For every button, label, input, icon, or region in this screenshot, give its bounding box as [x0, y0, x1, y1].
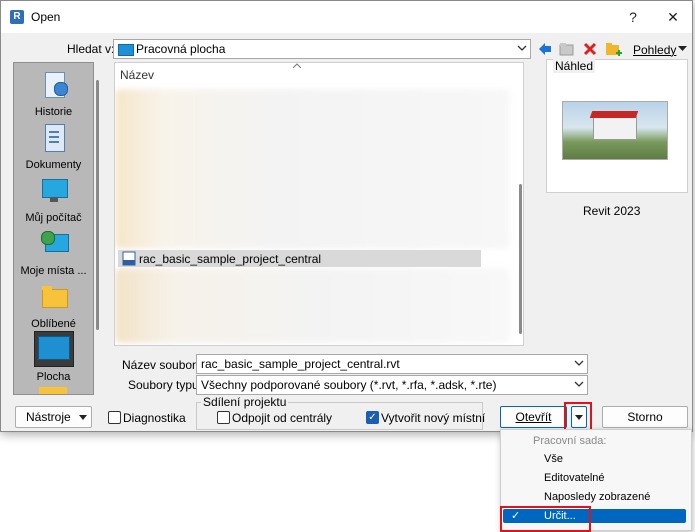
menu-item-all[interactable]: Vše — [544, 453, 563, 465]
place-network[interactable]: Moje místa ... — [14, 229, 93, 277]
filename-label: Název souboru: — [122, 358, 207, 372]
window-title: Open — [31, 10, 61, 24]
views-dropdown-icon[interactable] — [678, 46, 687, 52]
place-documents[interactable]: Dokumenty — [14, 123, 93, 171]
help-button[interactable]: ? — [622, 7, 644, 27]
tools-label: Nástroje — [26, 410, 71, 424]
documents-icon — [39, 123, 69, 153]
detach-central-label: Odpojit od centrály — [232, 411, 333, 425]
open-button[interactable]: Otevřít — [500, 406, 567, 428]
chevron-down-icon[interactable] — [574, 379, 584, 389]
sharing-group-label: Sdílení projektu — [201, 395, 289, 409]
views-menu-label[interactable]: Pohledy — [633, 43, 676, 57]
more-places-icon — [39, 387, 67, 394]
place-computer-label: Můj počítač — [25, 212, 82, 224]
file-row-selected[interactable]: rac_basic_sample_project_central — [118, 250, 481, 267]
rvt-file-icon — [122, 251, 136, 266]
create-local-checkbox[interactable]: ✓ — [366, 411, 379, 424]
open-label: Otevřít — [515, 410, 552, 424]
column-name-header[interactable]: Název — [120, 68, 154, 82]
diagnostics-checkbox[interactable] — [108, 411, 121, 424]
filename-input[interactable]: rac_basic_sample_project_central.rvt — [196, 354, 588, 374]
menu-header: Pracovní sada: — [533, 435, 607, 447]
file-list-header: Název — [115, 63, 523, 83]
diagnostics-label: Diagnostika — [123, 411, 186, 425]
place-history-label: Historie — [34, 106, 73, 118]
filetype-value: Všechny podporované soubory (*.rvt, *.rf… — [201, 378, 497, 392]
blurred-file-entries-lower — [115, 268, 510, 343]
place-favorites-label: Oblíbené — [31, 318, 76, 330]
place-favorites[interactable]: Oblíbené — [14, 282, 93, 330]
filetype-label: Soubory typu: — [128, 378, 203, 392]
blurred-file-entries — [115, 89, 510, 249]
sort-up-icon — [293, 63, 301, 68]
menu-item-editable[interactable]: Editovatelné — [544, 472, 605, 484]
revit-version-label: Revit 2023 — [583, 204, 641, 218]
tools-button[interactable]: Nástroje — [15, 406, 92, 428]
specify-highlight-frame — [500, 506, 591, 532]
places-bar: Historie Dokumenty Můj počítač Moje míst… — [13, 62, 94, 395]
chevron-down-icon — [517, 45, 527, 51]
lookin-value: Pracovná plocha — [136, 42, 226, 56]
file-list[interactable]: Název rac_basic_sample_project_central — [114, 62, 524, 346]
title-bar: R Open ? ✕ — [1, 1, 692, 33]
filename-value: rac_basic_sample_project_central.rvt — [201, 357, 400, 371]
preview-label: Náhled — [553, 59, 596, 73]
cancel-button[interactable]: Storno — [602, 406, 688, 428]
places-scrollbar[interactable] — [94, 62, 102, 393]
views-label: Pohledy — [633, 43, 677, 57]
place-history[interactable]: Historie — [14, 70, 93, 118]
place-documents-label: Dokumenty — [25, 159, 82, 171]
computer-icon — [39, 176, 69, 206]
new-folder-icon[interactable] — [605, 41, 623, 57]
close-button[interactable]: ✕ — [662, 7, 684, 27]
preview-thumbnail — [562, 101, 668, 160]
lookin-label: Hledat v: — [67, 42, 115, 56]
back-arrow-icon[interactable] — [537, 41, 553, 57]
place-computer[interactable]: Můj počítač — [14, 176, 93, 224]
chevron-down-icon[interactable] — [574, 358, 584, 368]
lookin-combo[interactable]: Pracovná plocha — [113, 39, 531, 59]
create-local-label: Vytvořit nový místní — [381, 411, 486, 425]
tools-dropdown-icon — [79, 415, 87, 420]
revit-app-icon: R — [10, 10, 24, 24]
open-dialog: R Open ? ✕ Hledat v: Pracovná plocha Poh… — [0, 0, 693, 432]
up-folder-icon[interactable] — [559, 41, 575, 57]
preview-panel — [546, 59, 688, 193]
detach-central-checkbox[interactable] — [217, 411, 230, 424]
favorites-folder-icon — [39, 282, 69, 312]
file-list-scrollbar-thumb[interactable] — [519, 184, 522, 334]
filetype-select[interactable]: Všechny podporované soubory (*.rvt, *.rf… — [196, 375, 588, 395]
menu-item-last-viewed[interactable]: Naposledy zobrazené — [544, 491, 650, 503]
place-network-label: Moje místa ... — [20, 265, 87, 277]
file-name-text: rac_basic_sample_project_central — [139, 252, 322, 266]
place-desktop-label: Plocha — [36, 371, 71, 383]
delete-icon[interactable] — [582, 41, 598, 57]
network-places-icon — [39, 229, 69, 259]
history-icon — [39, 70, 69, 100]
places-scrollbar-thumb[interactable] — [96, 80, 99, 330]
desktop-icon — [38, 333, 70, 363]
desktop-small-icon — [118, 44, 134, 56]
